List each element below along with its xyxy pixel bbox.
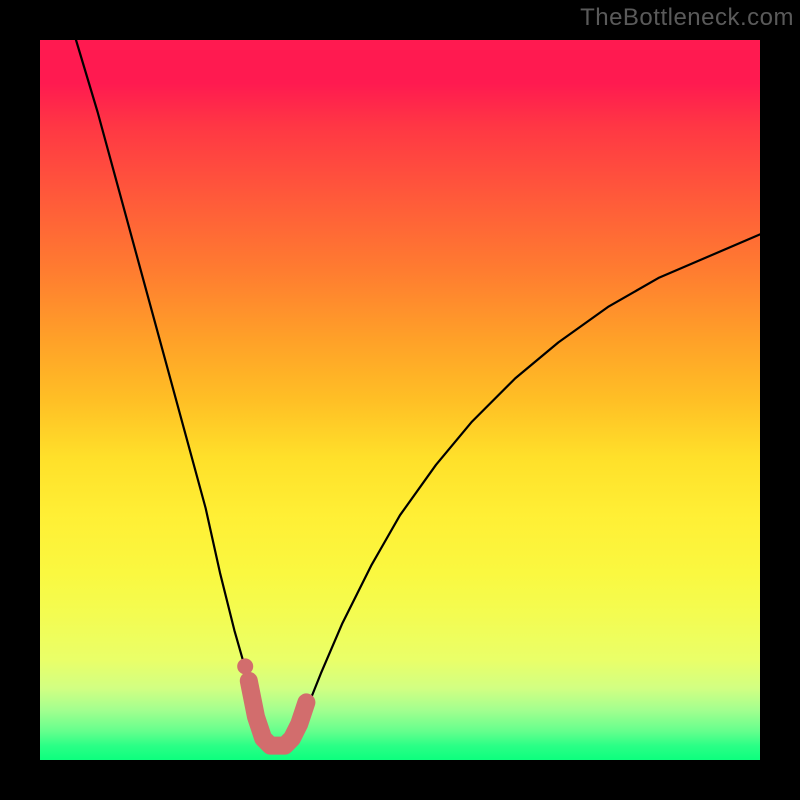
plot-area [40, 40, 760, 760]
optimal-range-highlight [249, 681, 307, 746]
watermark-text: TheBottleneck.com [580, 4, 794, 32]
chart-frame: TheBottleneck.com [0, 0, 800, 800]
bottleneck-curve [76, 40, 760, 746]
chart-overlay-svg [40, 40, 760, 760]
reference-dot [237, 658, 253, 674]
